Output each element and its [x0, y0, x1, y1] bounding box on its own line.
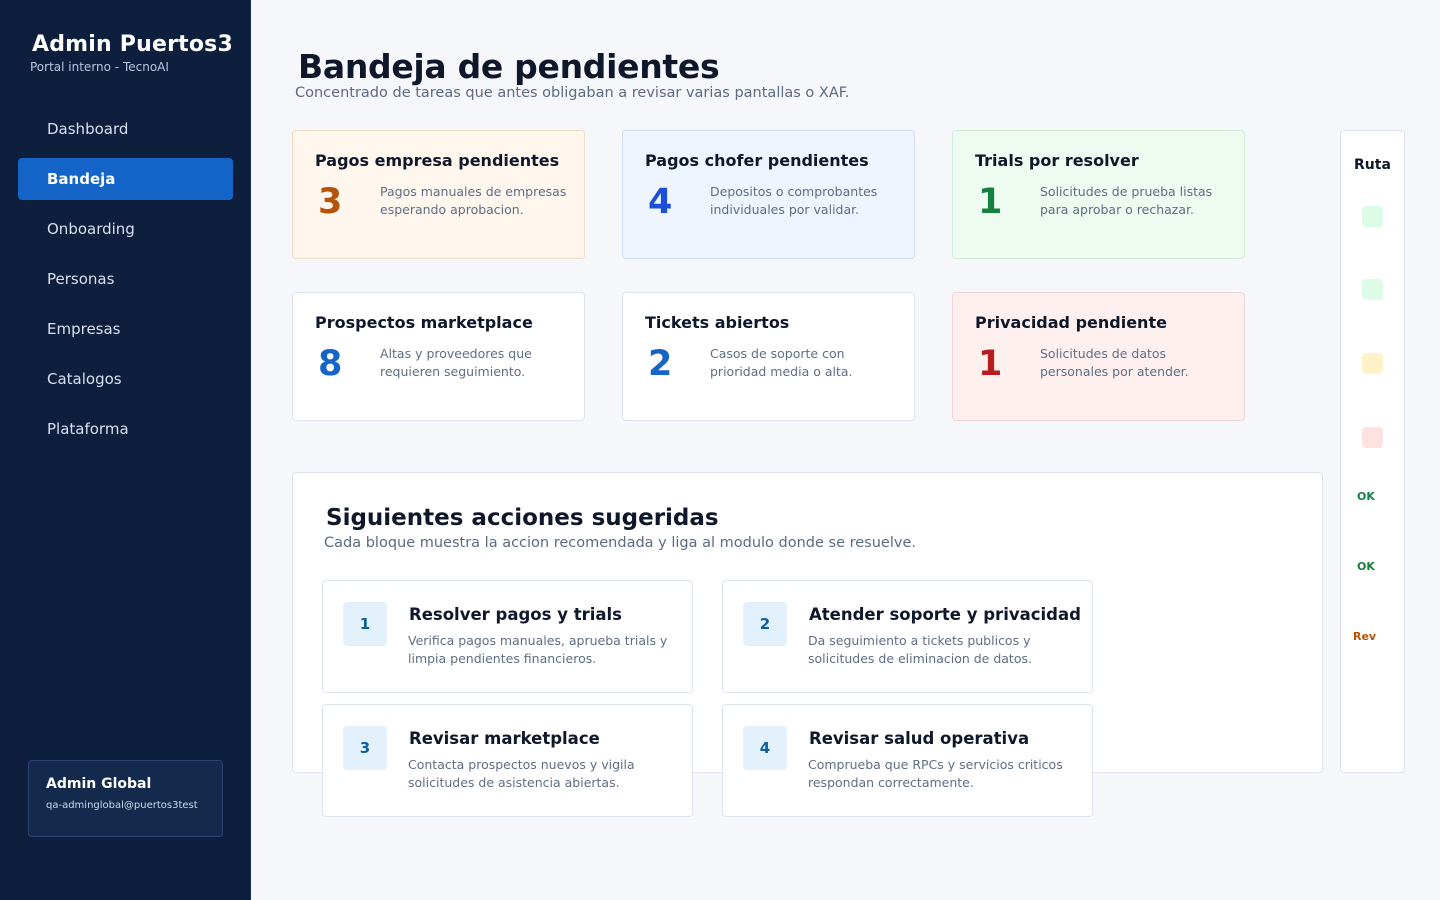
stat-description: Casos de soporte con prioridad media o a…: [710, 346, 853, 379]
page-subtitle: Concentrado de tareas que antes obligaba…: [295, 85, 850, 101]
route-rail: Ruta OK OK Rev: [1340, 130, 1405, 773]
sidebar-nav: Dashboard Bandeja Onboarding Personas Em…: [18, 108, 233, 458]
sidebar-item-personas[interactable]: Personas: [18, 258, 233, 300]
action-description: Contacta prospectos nuevos y vigila soli…: [408, 757, 635, 790]
sidebar-item-dashboard[interactable]: Dashboard: [18, 108, 233, 150]
stat-card-prospectos[interactable]: Prospectos marketplace 8 Altas y proveed…: [292, 292, 585, 421]
action-number: 4: [743, 726, 787, 770]
action-description: Verifica pagos manuales, aprueba trials …: [408, 633, 668, 666]
stat-title: Privacidad pendiente: [975, 313, 1167, 332]
stat-description: Pagos manuales de empresas esperando apr…: [380, 184, 567, 217]
section-subtitle: Cada bloque muestra la accion recomendad…: [324, 535, 916, 551]
stat-value: 8: [318, 344, 343, 384]
app-title: Admin Puertos3: [32, 32, 233, 57]
rail-title: Ruta: [1354, 157, 1391, 173]
action-description: Comprueba que RPCs y servicios criticos …: [808, 757, 1063, 790]
action-card-soporte[interactable]: 2 Atender soporte y privacidad Da seguim…: [722, 580, 1093, 693]
section-title: Siguientes acciones sugeridas: [326, 505, 719, 531]
user-card[interactable]: Admin Global qa-adminglobal@puertos3test: [28, 760, 223, 837]
action-number: 2: [743, 602, 787, 646]
sidebar-item-catalogos[interactable]: Catalogos: [18, 358, 233, 400]
stat-title: Trials por resolver: [975, 151, 1139, 170]
stat-title: Prospectos marketplace: [315, 313, 533, 332]
user-email: qa-adminglobal@puertos3test: [46, 800, 198, 811]
stat-description: Solicitudes de datos personales por aten…: [1040, 346, 1189, 379]
stat-value: 3: [318, 182, 343, 222]
action-card-salud[interactable]: 4 Revisar salud operativa Comprueba que …: [722, 704, 1093, 817]
action-card-marketplace[interactable]: 3 Revisar marketplace Contacta prospecto…: [322, 704, 693, 817]
action-title: Revisar salud operativa: [809, 729, 1030, 748]
sidebar-item-plataforma[interactable]: Plataforma: [18, 408, 233, 450]
stat-card-pagos-chofer[interactable]: Pagos chofer pendientes 4 Depositos o co…: [622, 130, 915, 259]
action-number: 3: [343, 726, 387, 770]
stat-card-tickets[interactable]: Tickets abiertos 2 Casos de soporte con …: [622, 292, 915, 421]
sidebar-item-empresas[interactable]: Empresas: [18, 308, 233, 350]
status-label: OK: [1357, 560, 1375, 573]
action-card-pagos[interactable]: 1 Resolver pagos y trials Verifica pagos…: [322, 580, 693, 693]
action-title: Revisar marketplace: [409, 729, 600, 748]
sidebar-item-onboarding[interactable]: Onboarding: [18, 208, 233, 250]
stat-description: Depositos o comprobantes individuales po…: [710, 184, 878, 217]
stat-description: Altas y proveedores que requieren seguim…: [380, 346, 532, 379]
stat-value: 1: [978, 182, 1003, 222]
stat-title: Pagos chofer pendientes: [645, 151, 869, 170]
sidebar: Admin Puertos3 Portal interno - TecnoAI …: [0, 0, 251, 900]
stat-card-trials[interactable]: Trials por resolver 1 Solicitudes de pru…: [952, 130, 1245, 259]
stat-value: 1: [978, 344, 1003, 384]
status-label: OK: [1357, 490, 1375, 503]
status-dot: [1362, 206, 1383, 227]
sidebar-item-bandeja[interactable]: Bandeja: [18, 158, 233, 200]
stat-title: Pagos empresa pendientes: [315, 151, 560, 170]
stat-value: 2: [648, 344, 673, 384]
stat-description: Solicitudes de prueba listas para aproba…: [1040, 184, 1213, 217]
action-description: Da seguimiento a tickets publicos y soli…: [808, 633, 1032, 666]
status-dot: [1362, 279, 1383, 300]
stat-title: Tickets abiertos: [645, 313, 790, 332]
action-title: Resolver pagos y trials: [409, 605, 622, 624]
stat-card-privacidad[interactable]: Privacidad pendiente 1 Solicitudes de da…: [952, 292, 1245, 421]
stat-card-pagos-empresa[interactable]: Pagos empresa pendientes 3 Pagos manuale…: [292, 130, 585, 259]
status-label: Rev: [1353, 630, 1377, 643]
status-dot: [1362, 353, 1383, 374]
stat-value: 4: [648, 182, 673, 222]
page-title: Bandeja de pendientes: [298, 47, 720, 86]
status-dot: [1362, 427, 1383, 448]
app-subtitle: Portal interno - TecnoAI: [30, 60, 169, 74]
action-number: 1: [343, 602, 387, 646]
user-name: Admin Global: [46, 776, 152, 792]
action-title: Atender soporte y privacidad: [809, 605, 1081, 624]
